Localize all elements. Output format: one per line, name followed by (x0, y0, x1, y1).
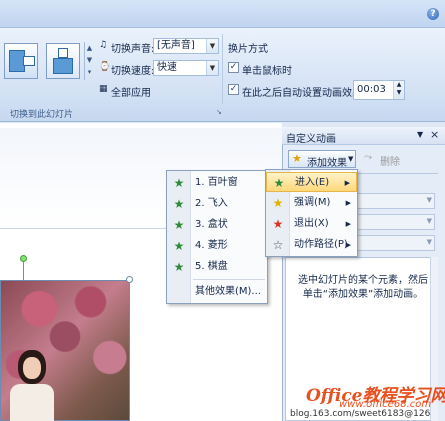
sound-dropdown[interactable]: [无声音] ▼ (153, 38, 219, 54)
after-checkbox[interactable]: ✓ (228, 84, 239, 95)
on-click-checkbox[interactable]: ✓ (228, 62, 239, 73)
transition-gallery-item-push-right[interactable] (4, 43, 38, 79)
picture-person-face (23, 357, 41, 379)
modify-start-dropdown[interactable]: ▼ (356, 193, 435, 209)
menu-item-emphasis[interactable]: ★ 强调(M) ▶ (266, 193, 357, 213)
pane-hint: 选中幻灯片的某个元素，然后单击“添加效果”添加动画。 (298, 275, 428, 300)
add-effect-button[interactable]: ★ 添加效果 ▼ (288, 150, 356, 169)
star-green-icon: ★ (273, 176, 285, 190)
speed-icon: ⌚ (99, 62, 111, 72)
entrance-item-box[interactable]: ★ 3. 盒状 (167, 215, 267, 235)
menu-item-exit[interactable]: ★ 退出(X) ▶ (266, 214, 357, 234)
star-green-icon: ★ (173, 239, 185, 253)
advance-title: 换片方式 (228, 44, 268, 55)
chevron-right-icon: ▶ (345, 241, 351, 249)
apply-all-button[interactable]: 全部应用 (111, 84, 151, 99)
add-effect-label: 添加效果 (307, 158, 347, 169)
star-green-icon: ★ (173, 218, 185, 232)
modify-direction-dropdown[interactable]: ▼ (356, 214, 435, 230)
speed-value: 快速 (157, 62, 177, 73)
after-time-value: 00:03 (357, 84, 386, 95)
delete-label: 删除 (380, 157, 400, 168)
group-label: 切换到此幻灯片 (10, 110, 74, 120)
after-time-spinner[interactable]: 00:03 ▲ ▼ (353, 80, 405, 100)
dialog-launcher-icon[interactable]: ↘ (216, 108, 222, 116)
sound-icon: ♫ (99, 40, 108, 50)
group-divider (222, 34, 223, 104)
gallery-scroll[interactable]: ▲ ▼ ▾ (84, 42, 94, 80)
apply-all-icon: ▦ (99, 84, 108, 94)
pane-options-icon[interactable]: ▼ (417, 130, 423, 139)
entrance-effects-menu: ★ 1. 百叶窗 ★ 2. 飞入 ★ 3. 盒状 ★ 4. 菱形 ★ 5. 棋盘… (166, 170, 268, 304)
picture-person-body (10, 384, 54, 421)
speed-dropdown[interactable]: 快速 ▼ (153, 60, 219, 76)
star-red-icon: ★ (272, 217, 284, 231)
pane-title: 自定义动画 (286, 134, 336, 145)
star-green-icon: ★ (173, 260, 185, 274)
gallery-more-icon[interactable]: ▾ (85, 66, 94, 78)
watermark-blog: blog.163.com/sweet6183@126 (290, 409, 431, 419)
entrance-item-fly-in[interactable]: ★ 2. 飞入 (167, 194, 267, 214)
chevron-down-icon[interactable]: ▼ (206, 61, 218, 75)
delete-button[interactable]: ⤳ 删除 (362, 150, 404, 168)
after-label: 在此之后自动设置动画效果: (242, 88, 366, 99)
entrance-item-blinds[interactable]: ★ 1. 百叶窗 (167, 173, 267, 193)
sound-value: [无声音] (157, 40, 195, 51)
rotate-handle[interactable] (20, 255, 27, 262)
delete-icon: ⤳ (364, 152, 372, 163)
star-icon: ★ (292, 152, 302, 165)
gallery-down-icon[interactable]: ▼ (85, 54, 94, 66)
star-green-icon: ★ (173, 197, 185, 211)
gallery-up-icon[interactable]: ▲ (85, 42, 94, 54)
spin-down-icon[interactable]: ▼ (394, 89, 404, 97)
menu-item-entrance[interactable]: ★ 进入(E) ▶ (266, 172, 357, 192)
rotate-handle-line (23, 262, 24, 280)
sound-label: 切换声音: (111, 44, 155, 55)
menu-item-motion-path[interactable]: ☆ 动作路径(P) ▶ (266, 235, 357, 255)
entrance-more-effects[interactable]: 其他效果(M)... (167, 282, 267, 302)
pane-header: 自定义动画 ▼ × (282, 127, 445, 145)
modify-speed-dropdown[interactable]: ▼ (356, 235, 435, 251)
spin-buttons[interactable]: ▲ ▼ (393, 81, 404, 99)
title-bar: ? (0, 0, 445, 28)
entrance-item-diamond[interactable]: ★ 4. 菱形 (167, 236, 267, 256)
chevron-down-icon: ▼ (348, 155, 354, 163)
speed-label: 切换速度: (111, 66, 155, 77)
spin-up-icon[interactable]: ▲ (394, 81, 404, 89)
star-yellow-icon: ★ (272, 196, 284, 210)
on-click-label: 单击鼠标时 (242, 66, 292, 77)
close-icon[interactable]: × (430, 128, 439, 141)
add-effect-menu: ★ 进入(E) ▶ ★ 强调(M) ▶ ★ 退出(X) ▶ ☆ 动作路径(P) … (265, 169, 358, 257)
chevron-right-icon: ▶ (345, 220, 351, 228)
resize-handle[interactable] (126, 276, 133, 283)
chevron-right-icon: ▶ (344, 179, 350, 187)
star-outline-icon: ☆ (272, 238, 284, 252)
help-icon[interactable]: ? (427, 8, 439, 20)
chevron-down-icon[interactable]: ▼ (206, 39, 218, 53)
transition-gallery-item-push-up[interactable] (46, 43, 80, 79)
star-green-icon: ★ (173, 176, 185, 190)
entrance-item-checkerboard[interactable]: ★ 5. 棋盘 (167, 257, 267, 277)
menu-separator (193, 279, 265, 280)
chevron-right-icon: ▶ (345, 199, 351, 207)
